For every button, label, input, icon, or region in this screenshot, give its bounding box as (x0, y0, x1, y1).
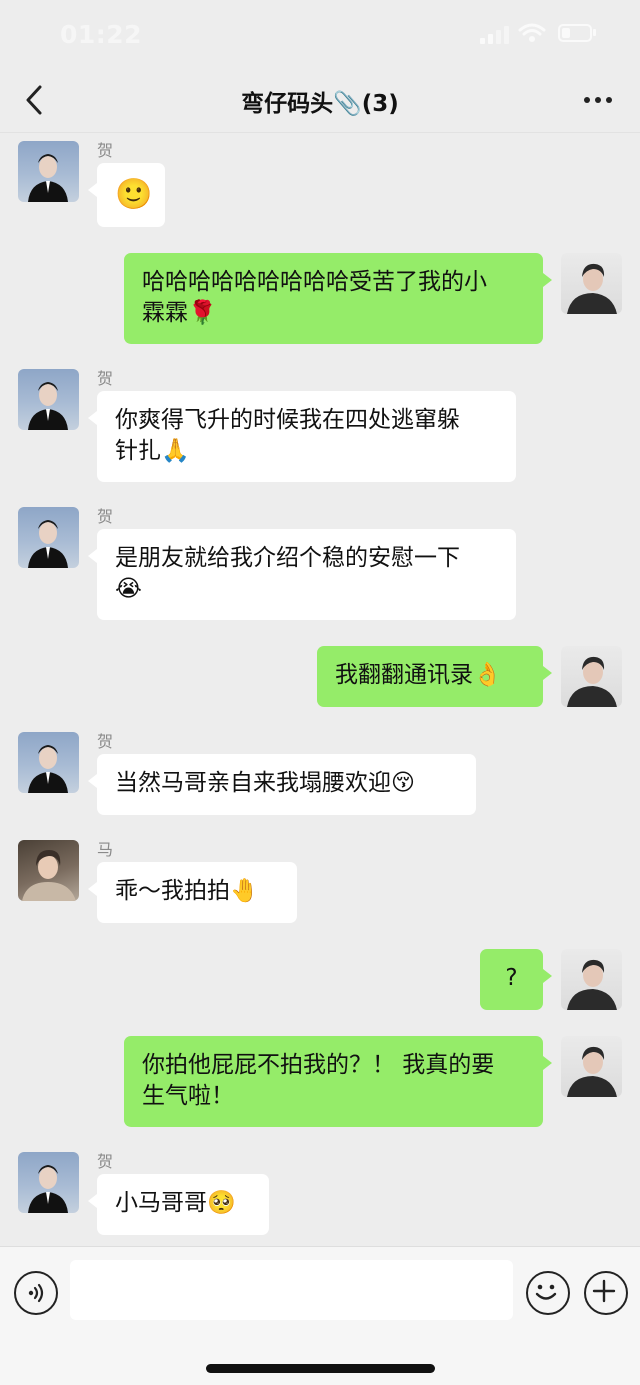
input-bar (0, 1246, 640, 1385)
voice-icon (28, 1283, 44, 1303)
emoji-icon (535, 1284, 557, 1300)
avatar[interactable] (561, 1036, 622, 1097)
message-input[interactable] (70, 1260, 513, 1320)
avatar-image (567, 656, 617, 707)
avatar-image (567, 1046, 617, 1097)
avatar[interactable] (18, 732, 79, 793)
avatar[interactable] (18, 840, 79, 901)
message-bubble[interactable]: 乖～我拍拍🤚 (88, 862, 297, 923)
message-bubble[interactable]: ? (480, 949, 552, 1010)
avatar[interactable] (561, 253, 622, 314)
avatar-image (28, 520, 68, 568)
avatar-image (567, 959, 617, 1010)
avatar-image (28, 154, 68, 202)
message-bubble[interactable]: 我翻翻通讯录👌 (317, 646, 552, 707)
avatar[interactable] (561, 949, 622, 1010)
message-bubble[interactable]: 是朋友就给我介绍个稳的安慰一下 😭 (88, 529, 516, 620)
chat-header: 弯仔码头📎(3) (0, 70, 640, 133)
plus-button[interactable] (584, 1271, 628, 1315)
message-bubble[interactable]: 🙂 (88, 163, 165, 227)
avatar-image (28, 1165, 68, 1213)
avatar[interactable] (18, 1152, 79, 1213)
message-bubble[interactable]: 小马哥哥🥺 (88, 1174, 269, 1235)
avatar-image (567, 263, 617, 314)
message-bubble[interactable]: 你爽得飞升的时候我在四处逃窜躲 针扎🙏 (88, 391, 516, 482)
signal-icon (480, 24, 509, 44)
plus-icon (592, 1279, 616, 1303)
more-button[interactable] (578, 82, 618, 118)
avatar[interactable] (18, 141, 79, 202)
avatar[interactable] (18, 507, 79, 568)
status-time: 01:22 (60, 20, 143, 49)
message-bubble[interactable]: 你拍他屁屁不拍我的？！ 我真的要 生气啦！ (124, 1036, 552, 1127)
battery-icon (558, 24, 596, 42)
chat-title: 弯仔码头📎(3) (241, 91, 399, 117)
voice-button[interactable] (14, 1271, 58, 1315)
more-dots-icon (584, 97, 590, 103)
avatar-image (28, 745, 68, 793)
avatar[interactable] (561, 646, 622, 707)
avatar-image (22, 850, 76, 901)
status-icons (480, 23, 600, 46)
wifi-icon (518, 23, 546, 42)
avatar-image (28, 382, 68, 430)
home-indicator (206, 1364, 435, 1373)
avatar[interactable] (18, 369, 79, 430)
status-bar: 01:22 (0, 0, 640, 70)
message-bubble[interactable]: 当然马哥亲自来我塌腰欢迎😚 (88, 754, 476, 815)
message-bubble[interactable]: 哈哈哈哈哈哈哈哈哈受苦了我的小 霖霖🌹 (124, 253, 552, 344)
emoji-button[interactable] (526, 1271, 570, 1315)
